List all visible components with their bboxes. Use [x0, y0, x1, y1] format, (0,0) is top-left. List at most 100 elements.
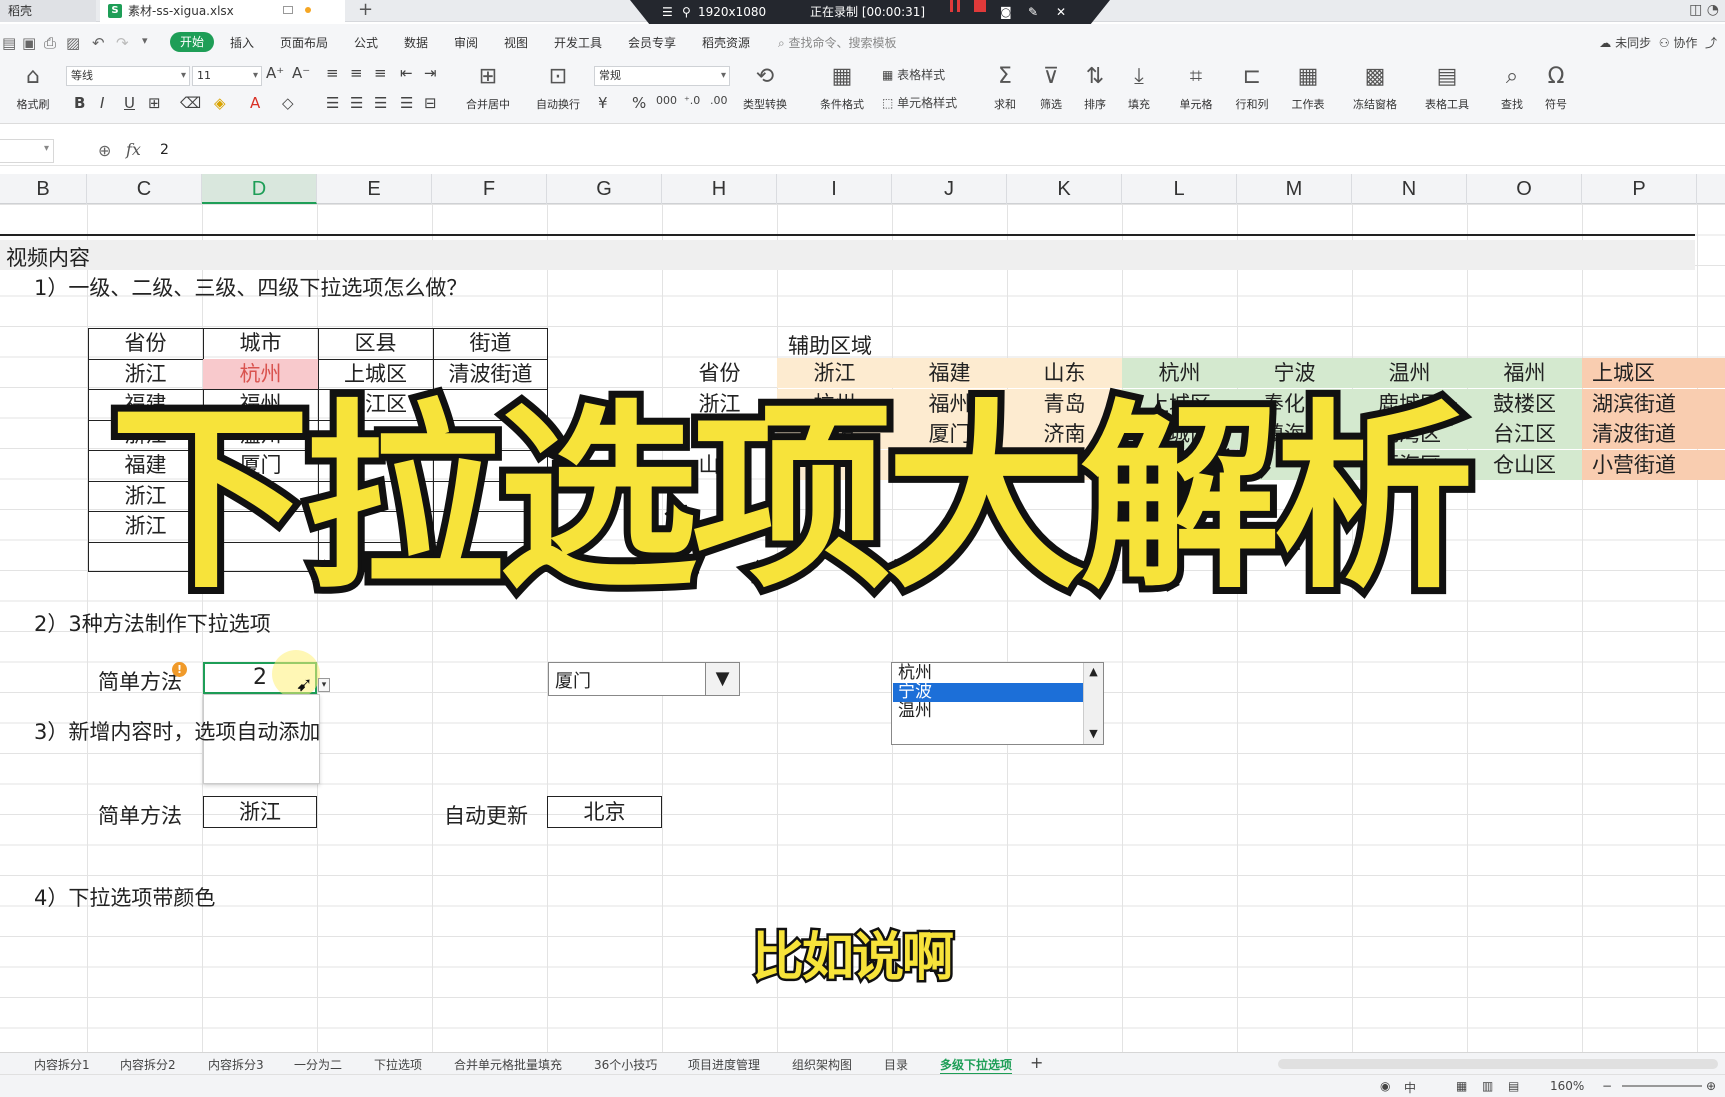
sheet-tab[interactable]: 组织架构图 [792, 1056, 852, 1073]
cell-button[interactable]: ⌗ 单元格 [1170, 62, 1222, 112]
list-box-item[interactable]: 温州 [893, 702, 1083, 721]
menu-data[interactable]: 数据 [404, 34, 428, 51]
sheet-tab[interactable]: 36个小技巧 [594, 1056, 657, 1073]
font-grow-icon[interactable]: A⁺ [266, 64, 284, 82]
q3-simple-cell[interactable]: 浙江 [203, 796, 317, 828]
aux-city-cell[interactable]: 福州 [1467, 358, 1582, 388]
format-painter-button[interactable]: ⌂ 格式刷 [6, 62, 60, 112]
column-header-h[interactable]: H [662, 174, 777, 204]
window-layout-icon[interactable]: ◫ ◔ [1689, 2, 1719, 18]
justify-icon[interactable]: ☰ [400, 94, 413, 112]
table-style-button[interactable]: ▦ 表格样式 [882, 66, 945, 83]
italic-icon[interactable]: I [100, 94, 104, 112]
sheet-tab[interactable]: 多级下拉选项 [940, 1056, 1013, 1075]
list-box[interactable]: 杭州 宁波 温州 ▲ ▼ [891, 662, 1104, 745]
menu-formula[interactable]: 公式 [354, 34, 378, 51]
menu-start[interactable]: 开始 [170, 32, 214, 52]
warning-icon[interactable]: ! [172, 662, 187, 677]
cell-style-button[interactable]: ⬚ 单元格样式 [882, 94, 957, 111]
column-header-o[interactable]: O [1467, 174, 1582, 204]
aux-district-cell[interactable]: 上城区 [1582, 358, 1725, 388]
normal-view-icon[interactable]: ▦ [1456, 1079, 1467, 1093]
eraser-icon[interactable]: ◇ [282, 94, 294, 112]
freeze-panes-button[interactable]: ▩ 冻结窗格 [1344, 62, 1406, 112]
eye-icon[interactable]: ◉ [1380, 1079, 1390, 1093]
scroll-up-icon[interactable]: ▲ [1084, 665, 1103, 678]
menu-toggle-icon[interactable]: ▤ [2, 34, 16, 52]
conditional-format-button[interactable]: ▦ 条件格式 [812, 62, 872, 112]
list-box-item-selected[interactable]: 宁波 [893, 683, 1083, 702]
horizontal-scrollbar[interactable] [1278, 1059, 1718, 1069]
stop-icon[interactable] [974, 0, 986, 12]
column-header-c[interactable]: C [87, 174, 202, 204]
currency-icon[interactable]: ¥ [598, 94, 608, 112]
share-icon[interactable]: ⤴ [1705, 36, 1717, 50]
q3-auto-cell[interactable]: 北京 [547, 796, 662, 828]
menu-view[interactable]: 视图 [504, 34, 528, 51]
command-search[interactable]: ⌕ 查找命令、搜索模板 [778, 34, 897, 51]
pin-icon[interactable]: ⚲ [682, 0, 691, 24]
bold-icon[interactable]: B [74, 94, 85, 112]
combo-dropdown-icon[interactable]: ▼ [705, 663, 739, 695]
scroll-down-icon[interactable]: ▼ [1084, 727, 1103, 740]
align-top-icon[interactable]: ≡ [326, 64, 339, 82]
align-middle-icon[interactable]: ≡ [350, 64, 363, 82]
fill-button[interactable]: ⤓ 填充 [1120, 62, 1158, 112]
indent-increase-icon[interactable]: ⇥ [424, 64, 437, 82]
collab-label[interactable]: 协作 [1673, 36, 1697, 50]
indent-decrease-icon[interactable]: ⇤ [400, 64, 413, 82]
align-left-icon[interactable]: ☰ [326, 94, 339, 112]
clear-format-icon[interactable]: ⌫ [180, 94, 201, 112]
filter-button[interactable]: ⊽ 筛选 [1032, 62, 1070, 112]
undo-icon[interactable]: ↶ [92, 34, 105, 52]
sort-button[interactable]: ⇅ 排序 [1076, 62, 1114, 112]
column-header-g[interactable]: G [547, 174, 662, 204]
sheet-tab[interactable]: 项目进度管理 [688, 1056, 760, 1073]
combo-box[interactable]: 厦门 ▼ [548, 662, 740, 696]
sheet-tab[interactable]: 内容拆分2 [120, 1056, 176, 1073]
sheet-tab[interactable]: 合并单元格批量填充 [454, 1056, 562, 1073]
symbol-button[interactable]: Ω 符号 [1536, 62, 1576, 112]
number-format-select[interactable]: 常规 [594, 66, 730, 86]
add-sheet-icon[interactable]: + [1030, 1053, 1043, 1072]
column-header-l[interactable]: L [1122, 174, 1237, 204]
rows-cols-button[interactable]: ⊏ 行和列 [1226, 62, 1278, 112]
table-header-cell[interactable]: 省份 [88, 328, 203, 358]
font-name-select[interactable]: 等线 [66, 66, 190, 86]
decimal-increase-icon[interactable]: ⁺.0 [684, 94, 700, 107]
menu-insert[interactable]: 插入 [230, 34, 254, 51]
formula-input[interactable]: 2 [160, 142, 169, 158]
table-header-cell[interactable]: 区县 [318, 328, 433, 358]
camera-icon[interactable]: ◙ [1000, 0, 1012, 24]
save-icon[interactable]: ▣ [22, 34, 36, 52]
fx-icon[interactable]: fx [126, 140, 141, 159]
list-box-scrollbar[interactable]: ▲ ▼ [1083, 663, 1103, 744]
zoom-in-icon[interactable]: ⊕ [1706, 1079, 1716, 1093]
column-header-m[interactable]: M [1237, 174, 1352, 204]
fill-color-icon[interactable]: ◈ [214, 94, 226, 112]
menu-developer[interactable]: 开发工具 [554, 34, 602, 51]
underline-icon[interactable]: U [124, 94, 135, 112]
close-recorder-icon[interactable]: ✕ [1056, 0, 1066, 24]
merge-center-button[interactable]: ⊞ 合并居中 [456, 62, 520, 112]
menu-review[interactable]: 审阅 [454, 34, 478, 51]
worksheet-button[interactable]: ▦ 工作表 [1282, 62, 1334, 112]
find-button[interactable]: ⌕ 查找 [1492, 62, 1532, 112]
column-header-i[interactable]: I [777, 174, 892, 204]
menu-docer[interactable]: 稻壳资源 [702, 34, 750, 51]
column-header-p[interactable]: P [1582, 174, 1697, 204]
zoom-out-icon[interactable]: − [1602, 1079, 1612, 1093]
font-shrink-icon[interactable]: A⁻ [292, 64, 310, 82]
sheet-tab[interactable]: 内容拆分1 [34, 1056, 90, 1073]
zoom-icon[interactable]: ⊕ [98, 141, 111, 160]
font-size-select[interactable]: 11 [192, 66, 262, 86]
distribute-icon[interactable]: ⊟ [424, 94, 437, 112]
tab-file[interactable]: S 素材-ss-xigua.xlsx [100, 0, 345, 22]
wrap-text-button[interactable]: ⊡ 自动换行 [526, 62, 590, 112]
column-header-b[interactable]: B [0, 174, 87, 204]
font-color-icon[interactable]: A [250, 94, 260, 112]
new-tab-button[interactable]: + [358, 0, 373, 20]
print-icon[interactable]: ⎙ [44, 34, 56, 52]
pause-icon[interactable] [950, 0, 960, 12]
tab-home[interactable]: 稻壳 [0, 0, 96, 22]
